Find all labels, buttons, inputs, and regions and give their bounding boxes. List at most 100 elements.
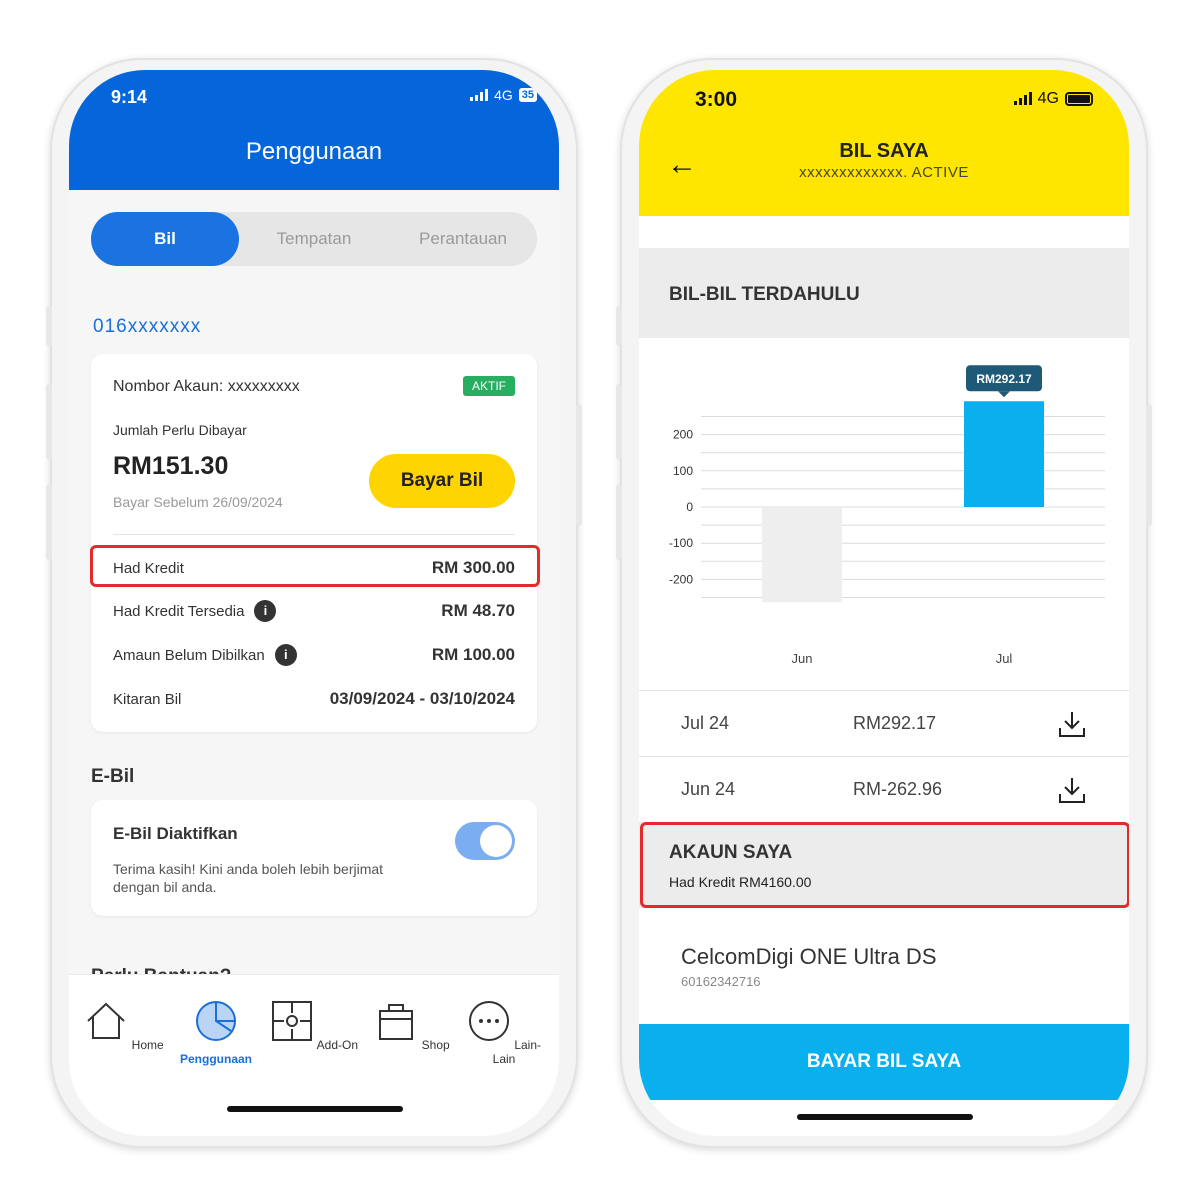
- right-phone-frame: 3:00 4G ← BIL SAYA xxxxxxxxxxxxx. ACTIVE…: [616, 58, 1152, 1148]
- bar-chart: 200 100 0 -100 -200 Jun Jul RM292.17: [669, 365, 1105, 666]
- info-icon[interactable]: i: [274, 644, 297, 666]
- x-tick-label: Jul: [996, 651, 1013, 666]
- tab-shop-label: Shop: [421, 1038, 450, 1052]
- tab-bil[interactable]: Bil: [91, 212, 239, 266]
- volume-down-button: [616, 484, 622, 560]
- highlight-box: [90, 545, 540, 587]
- ebill-title: E-Bil Diaktifkan: [113, 824, 238, 843]
- more-icon: [468, 1001, 509, 1041]
- bill-row-jul[interactable]: Jul 24 RM292.17: [639, 690, 1129, 756]
- left-screen: 9:14 4G 35 Penggunaan Bil Tempatan Peran…: [69, 70, 559, 1136]
- mute-switch: [616, 306, 622, 346]
- power-button: [576, 404, 582, 526]
- y-tick-label: 0: [686, 500, 693, 514]
- available-credit-row: Had Kredit Tersedia i RM 48.70: [113, 599, 515, 623]
- page-title: BIL SAYA: [839, 140, 929, 162]
- unbilled-amount-value: RM 100.00: [431, 645, 515, 664]
- bottom-tab-bar: Home Penggunaan Add-On Shop Lain-Lain: [69, 974, 559, 1136]
- bill-month: Jul 24: [681, 713, 730, 733]
- bar-jun: [762, 507, 842, 603]
- x-tick-label: Jun: [792, 651, 813, 666]
- signal-icon: [470, 89, 489, 101]
- phone-number: 016xxxxxxx: [93, 316, 202, 337]
- amount-due-label: Jumlah Perlu Dibayar: [113, 422, 247, 438]
- usage-segmented-control: Bil Tempatan Perantauan: [91, 212, 537, 266]
- status-time: 9:14: [111, 87, 148, 107]
- ebill-card: E-Bil Diaktifkan Terima kasih! Kini anda…: [91, 800, 537, 916]
- status-time: 3:00: [695, 88, 738, 111]
- signal-icon: [1013, 92, 1032, 105]
- volume-down-button: [46, 484, 52, 560]
- ebill-description: Terima kasih! Kini anda boleh lebih berj…: [113, 861, 384, 895]
- unbilled-amount-row: Amaun Belum Dibilkan i RM 100.00: [113, 643, 515, 667]
- shopping-bag-icon: [379, 1004, 414, 1040]
- account-subtitle: xxxxxxxxxxxxx. ACTIVE: [799, 164, 969, 181]
- plan-number: 60162342716: [681, 974, 761, 989]
- y-tick-label: 100: [673, 464, 693, 478]
- page-title: Penggunaan: [245, 138, 383, 165]
- bill-amount: RM-262.96: [853, 779, 943, 799]
- home-indicator: [227, 1106, 403, 1112]
- right-screen: 3:00 4G ← BIL SAYA xxxxxxxxxxxxx. ACTIVE…: [639, 70, 1129, 1136]
- bill-row-jun[interactable]: Jun 24 RM-262.96: [639, 756, 1129, 822]
- tab-add-on[interactable]: Add-On: [269, 999, 359, 1052]
- network-label: 4G: [494, 87, 513, 103]
- tab-penggunaan-label: Penggunaan: [179, 1052, 252, 1066]
- billing-cycle-label: Kitaran Bil: [113, 690, 182, 708]
- tab-home[interactable]: Home: [79, 999, 169, 1052]
- battery-icon: [1065, 92, 1093, 106]
- tab-perantauan[interactable]: Perantauan: [389, 212, 537, 266]
- highlight-box: [640, 822, 1129, 908]
- tooltip-pointer: [998, 391, 1010, 398]
- bill-header: 3:00 4G ← BIL SAYA xxxxxxxxxxxxx. ACTIVE: [639, 70, 1129, 216]
- unbilled-amount-label: Amaun Belum Dibilkan: [113, 646, 265, 664]
- left-phone-frame: 9:14 4G 35 Penggunaan Bil Tempatan Peran…: [46, 58, 582, 1148]
- past-bills-section: BIL-BIL TERDAHULU: [639, 248, 1129, 338]
- tab-shop[interactable]: Shop: [367, 999, 457, 1052]
- billing-cycle-value: 03/09/2024 - 03/10/2024: [329, 689, 515, 708]
- info-icon[interactable]: i: [254, 600, 277, 622]
- power-button: [1146, 404, 1152, 526]
- status-icons: 4G: [1013, 90, 1093, 108]
- bill-history-chart: 200 100 0 -100 -200 Jun Jul RM292.17: [639, 338, 1129, 690]
- pie-chart-icon: [196, 1001, 236, 1041]
- due-date: Bayar Sebelum 26/09/2024: [113, 494, 283, 510]
- pay-bill-button[interactable]: Bayar Bil: [369, 454, 515, 508]
- account-card: Nombor Akaun: xxxxxxxxx AKTIF Jumlah Per…: [91, 354, 537, 732]
- amount-due: RM151.30: [113, 452, 229, 480]
- bill-amount: RM292.17: [853, 713, 937, 733]
- past-bills-title: BIL-BIL TERDAHULU: [669, 284, 860, 305]
- tab-tempatan[interactable]: Tempatan: [239, 212, 389, 266]
- bottom-area: [639, 1100, 1129, 1136]
- network-label: 4G: [1037, 90, 1059, 107]
- mute-switch: [46, 306, 52, 346]
- y-tick-label: 200: [673, 428, 693, 442]
- y-tick-label: -100: [669, 536, 693, 550]
- tab-add-on-label: Add-On: [316, 1038, 359, 1052]
- volume-up-button: [616, 384, 622, 460]
- download-icon[interactable]: [1057, 775, 1087, 805]
- battery-icon: 35: [518, 88, 537, 102]
- pay-my-bill-button[interactable]: BAYAR BIL SAYA: [639, 1024, 1129, 1100]
- ebill-section-title: E-Bil: [91, 766, 135, 787]
- ebill-toggle[interactable]: [455, 822, 515, 860]
- status-icons: 4G 35: [470, 87, 537, 103]
- status-badge: AKTIF: [462, 376, 515, 396]
- y-tick-label: -200: [669, 572, 693, 586]
- tab-home-label: Home: [131, 1038, 164, 1052]
- usage-header: 9:14 4G 35 Penggunaan: [69, 70, 559, 190]
- bill-month: Jun 24: [681, 779, 736, 799]
- home-icon: [87, 1002, 125, 1039]
- bar-jul: [964, 401, 1044, 507]
- divider: [113, 534, 515, 535]
- home-indicator: [797, 1114, 973, 1120]
- puzzle-icon: [271, 1001, 312, 1041]
- download-icon[interactable]: [1057, 709, 1087, 739]
- available-credit-value: RM 48.70: [441, 601, 515, 620]
- available-credit-label: Had Kredit Tersedia: [113, 602, 245, 620]
- account-number: Nombor Akaun: xxxxxxxxx: [113, 378, 300, 395]
- tab-penggunaan[interactable]: Penggunaan: [171, 999, 261, 1066]
- plan-section: CelcomDigi ONE Ultra DS 60162342716: [639, 908, 1129, 1028]
- plan-name: CelcomDigi ONE Ultra DS: [681, 944, 937, 969]
- tab-lain-lain[interactable]: Lain-Lain: [459, 999, 549, 1066]
